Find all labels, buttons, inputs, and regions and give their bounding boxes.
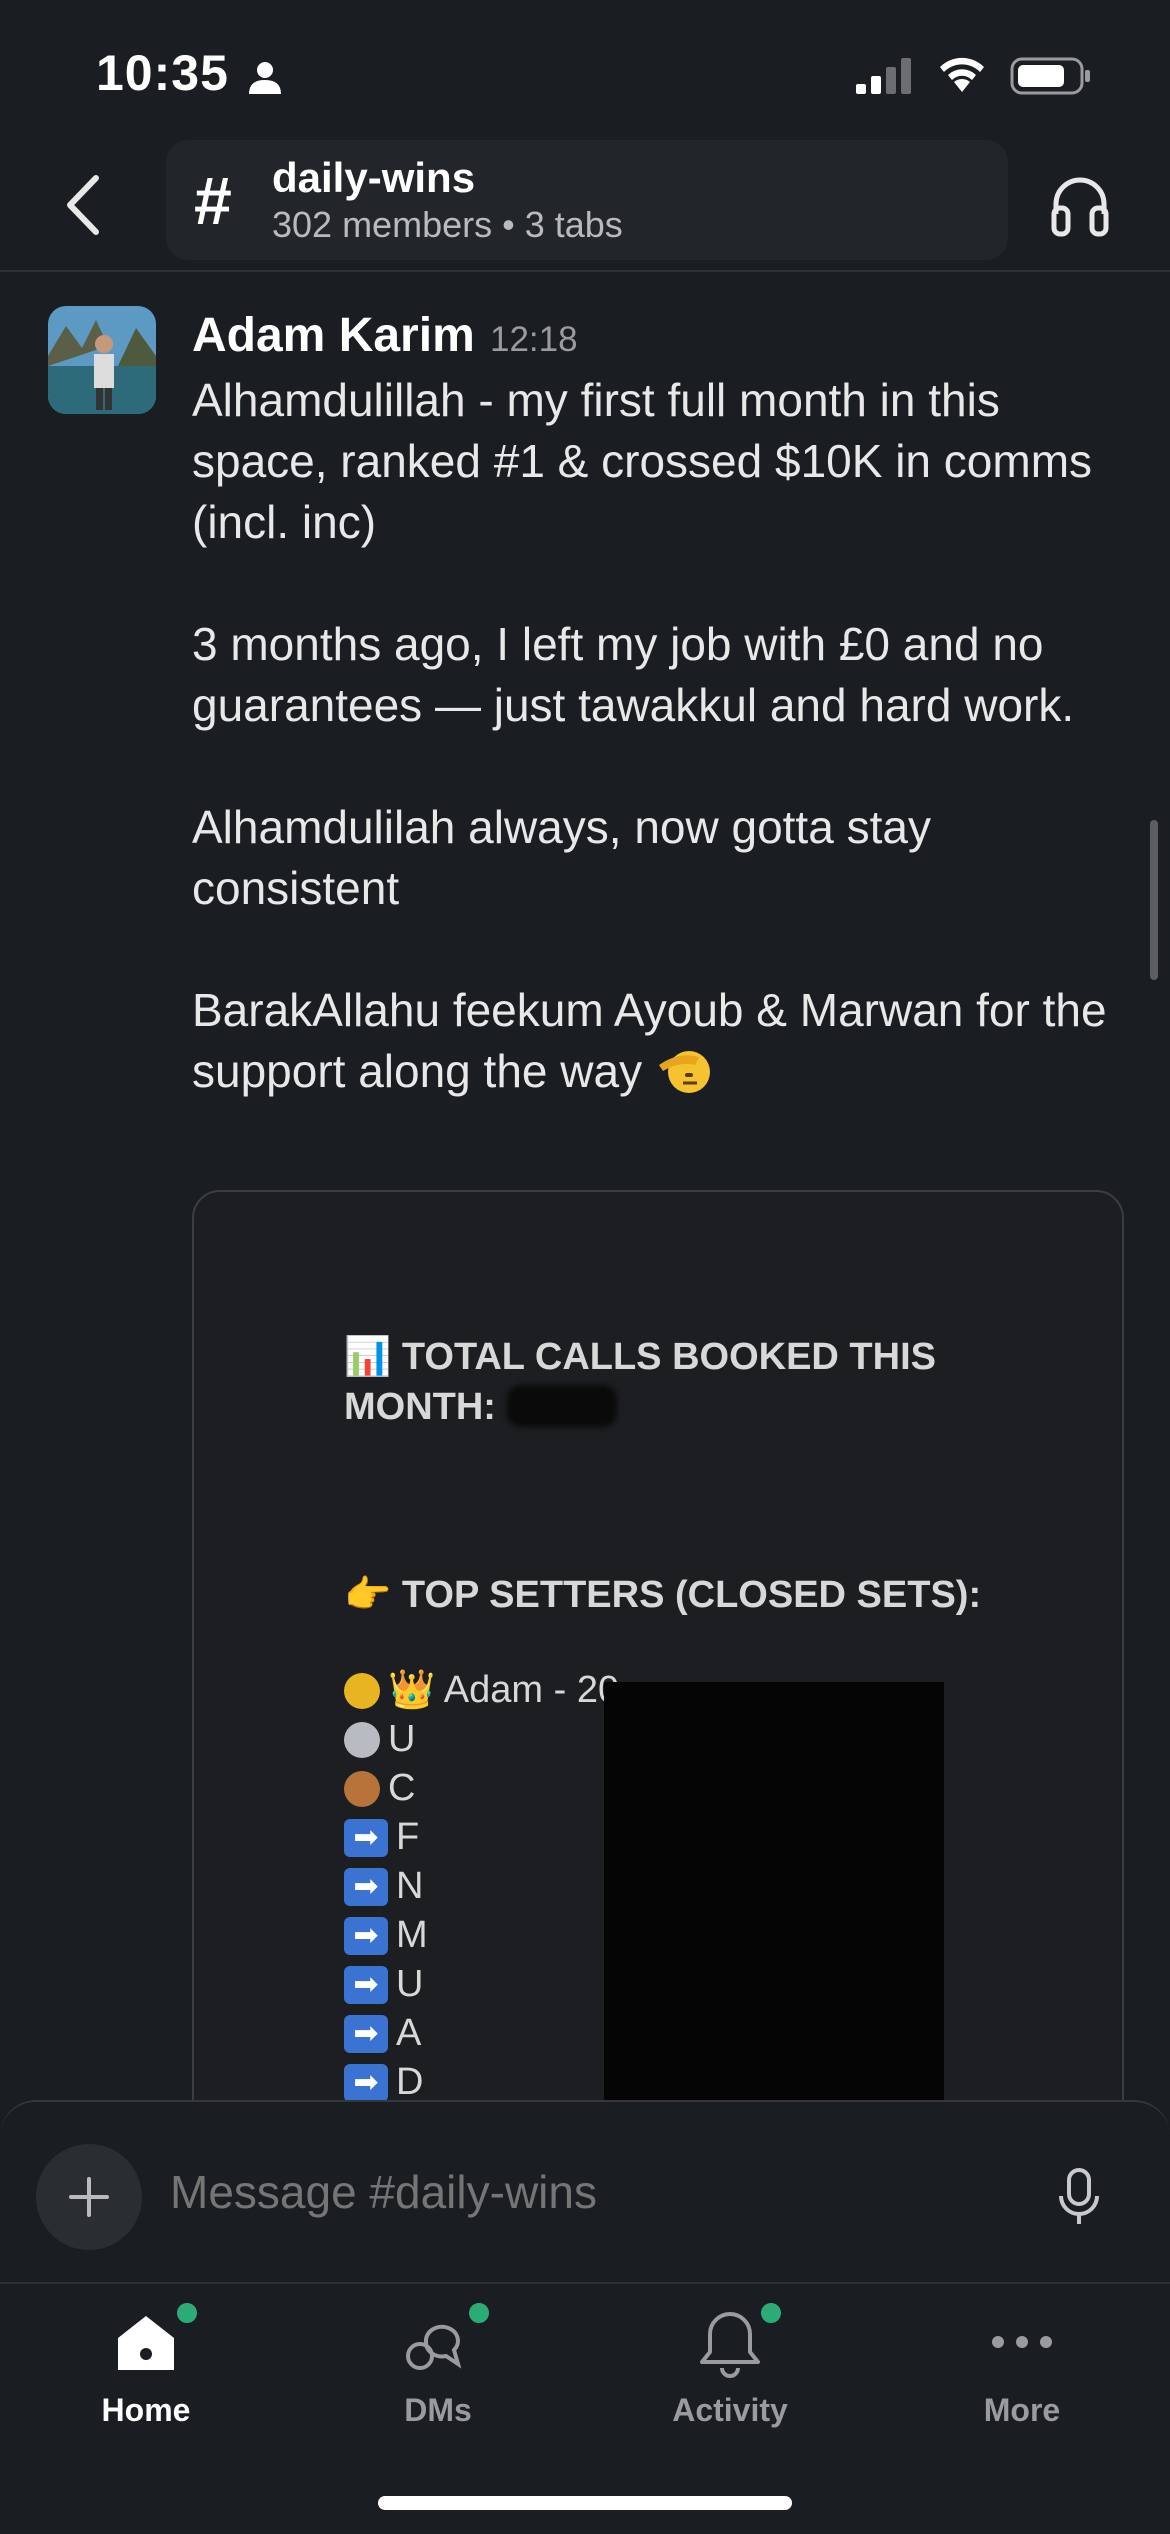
headphones-icon[interactable] [1048,170,1112,240]
tab-activity[interactable]: Activity [584,2284,876,2444]
arrow-right-icon: ➡ [344,1867,388,1906]
channel-title-button[interactable]: # daily-wins 302 members • 3 tabs [166,140,1008,260]
channel-name: daily-wins [272,154,476,201]
arrow-right-icon: ➡ [344,1916,388,1955]
tab-label: Activity [672,2392,788,2428]
plus-icon [69,2177,109,2217]
bronze-medal-icon [344,1770,380,1807]
channel-meta: 302 members • 3 tabs [272,204,623,245]
message-paragraph: BarakAllahu feekum Ayoub & Marwan for th… [192,984,1107,1097]
attachment-title: 📊 TOTAL CALLS BOOKED THIS MONTH: [344,1336,936,1428]
arrow-right-icon: ➡ [344,1965,388,2004]
tab-label: More [983,2392,1061,2428]
list-item: C [344,1764,619,1813]
message-paragraph: 3 months ago, I left my job with £0 and … [192,618,1075,731]
tab-dms[interactable]: DMs [292,2284,584,2444]
message-composer [0,2100,1170,2282]
arrow-right-icon: ➡ [344,2014,388,2053]
message-author[interactable]: Adam Karim [192,308,475,363]
list-item: ➡ U [344,1960,619,2009]
redacted-count [506,1385,617,1427]
silver-medal-icon [344,1721,380,1758]
dms-badge [466,2300,492,2326]
avatar[interactable] [48,306,156,414]
channel-header: # daily-wins 302 members • 3 tabs [0,140,1170,272]
tab-home[interactable]: Home [0,2284,292,2444]
tab-label: DMs [404,2392,472,2428]
gold-medal-icon [344,1672,380,1709]
tab-more[interactable]: More [876,2284,1168,2444]
list-item: ➡ M [344,1911,619,1960]
ranking-list: 👑 Adam - 20 U C ➡ F ➡ N ➡ M ➡ U ➡ A ➡ D [344,1666,619,2107]
dm-bubbles-icon [406,2324,462,2370]
microphone-icon[interactable] [1056,2168,1102,2228]
cellular-signal-icon [856,58,911,94]
scrollbar[interactable] [1150,820,1158,980]
activity-badge [758,2300,784,2326]
more-dots-icon [992,2336,1052,2348]
wifi-icon [940,57,984,92]
list-item: ➡ N [344,1862,619,1911]
list-item: ➡ A [344,2009,619,2058]
person-icon [249,62,281,94]
add-attachment-button[interactable] [36,2144,142,2250]
back-button[interactable] [56,170,116,240]
home-badge [174,2300,200,2326]
status-bar: 10:35 [0,0,1170,140]
list-item: ➡ F [344,1813,619,1862]
list-item: U [344,1715,619,1764]
saluting-face-emoji-icon [658,1051,710,1093]
message-body: Alhamdulillah - my first full month in t… [192,370,1142,1102]
message-input[interactable] [168,2164,972,2220]
battery-icon [1010,57,1090,95]
channel-hash-icon: # [194,163,232,239]
message-timestamp: 12:18 [490,320,578,359]
message-paragraph: Alhamdulillah - my first full month in t… [192,374,1093,548]
attachment-subtitle: 👉 TOP SETTERS (CLOSED SETS): [344,1574,982,1616]
home-icon [118,2316,174,2370]
home-indicator [378,2496,792,2510]
arrow-right-icon: ➡ [344,1818,388,1857]
message-paragraph: Alhamdulilah always, now gotta stay cons… [192,801,931,914]
arrow-right-icon: ➡ [344,2063,388,2102]
status-time: 10:35 [96,45,229,101]
list-item: 👑 Adam - 20 [344,1666,619,1715]
bell-icon [700,2312,760,2378]
tab-label: Home [101,2392,191,2428]
